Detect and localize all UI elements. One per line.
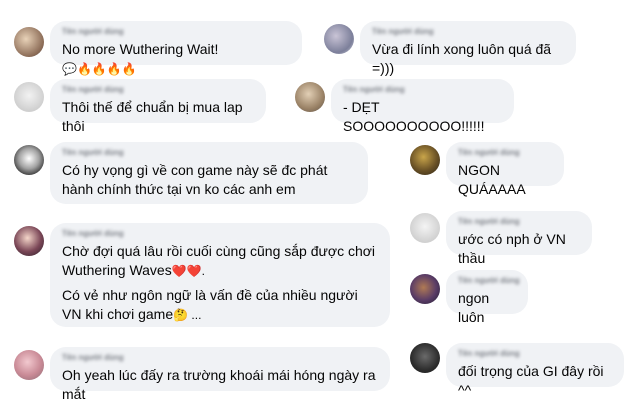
comment-bubble: Tên người dùng đối trọng của GI đây rồi … — [446, 343, 624, 398]
comment-bubble: Tên người dùng NGON QUÁAAAA — [446, 142, 564, 197]
avatar[interactable] — [410, 343, 440, 373]
comment-bubble: Tên người dùng Oh yeah lúc đấy ra trường… — [50, 347, 390, 402]
avatar[interactable] — [14, 82, 44, 112]
avatar[interactable] — [14, 226, 44, 256]
comment-paragraph: Chờ đợi quá lâu rồi cuối cùng cũng sắp đ… — [62, 243, 376, 278]
emoji: 🤔 ... — [173, 308, 202, 322]
comment-text: NGON QUÁAAAA — [458, 162, 526, 197]
avatar[interactable] — [295, 82, 325, 112]
comment-text: đối trọng của GI đây rồi ^^ — [458, 363, 604, 398]
comment-author[interactable]: Tên người dùng — [343, 85, 502, 94]
comment-bubble: Tên người dùng ngon luôn — [446, 270, 528, 325]
comment-author[interactable]: Tên người dùng — [458, 276, 520, 285]
comment-bubble: Tên người dùng Có hy vọng gì về con game… — [50, 142, 368, 204]
comment-bubble: Tên người dùng - DẸT SOOOOOOOOOO!!!!!! — [331, 79, 514, 134]
comment-bubble: Tên người dùng ước có nph ở VN thầu — [446, 211, 592, 266]
comment-text: ngon luôn — [458, 290, 490, 325]
comment-author[interactable]: Tên người dùng — [458, 349, 612, 358]
avatar[interactable] — [410, 145, 440, 175]
comment-bubble: Tên người dùng Thôi thế để chuẩn bị mua … — [50, 79, 266, 134]
comment-text: Vừa đi lính xong luôn quá đã =))) — [372, 41, 552, 76]
comment-author[interactable]: Tên người dùng — [62, 27, 290, 36]
comment-paragraph: Có vẻ như ngôn ngữ là vấn đề của nhiều n… — [62, 287, 358, 322]
comment-author[interactable]: Tên người dùng — [62, 353, 378, 362]
emoji: 💬🔥🔥🔥🔥 — [62, 62, 137, 76]
comment-text: ước có nph ở VN thầu — [458, 231, 566, 266]
comment-author[interactable]: Tên người dùng — [458, 217, 580, 226]
avatar[interactable] — [14, 145, 44, 175]
comment-bubble: Tên người dùng Vừa đi lính xong luôn quá… — [360, 21, 576, 76]
avatar[interactable] — [410, 213, 440, 243]
comment-bubble: Tên người dùng No more Wuthering Wait! 💬… — [50, 21, 302, 76]
comment-author[interactable]: Tên người dùng — [62, 229, 378, 238]
avatar[interactable] — [14, 27, 44, 57]
comment-text: Chờ đợi quá lâu rồi cuối cùng cũng sắp đ… — [62, 242, 378, 324]
comment-text: Oh yeah lúc đấy ra trường khoái mái hóng… — [62, 367, 376, 402]
comment-text: Có hy vọng gì về con game này sẽ đc phát… — [62, 162, 328, 197]
avatar[interactable] — [324, 24, 354, 54]
comment-author[interactable]: Tên người dùng — [62, 85, 254, 94]
avatar[interactable] — [14, 350, 44, 380]
comment-author[interactable]: Tên người dùng — [372, 27, 564, 36]
comment-text: No more Wuthering Wait! 💬🔥🔥🔥🔥 — [62, 41, 219, 76]
comment-text: Thôi thế để chuẩn bị mua lap thôi — [62, 99, 243, 134]
comment-text: - DẸT SOOOOOOOOOO!!!!!! — [343, 99, 485, 134]
comment-bubble: Tên người dùng Chờ đợi quá lâu rồi cuối … — [50, 223, 390, 327]
comment-author[interactable]: Tên người dùng — [458, 148, 552, 157]
avatar[interactable] — [410, 274, 440, 304]
emoji: ❤️❤️. — [171, 264, 205, 278]
comment-author[interactable]: Tên người dùng — [62, 148, 356, 157]
